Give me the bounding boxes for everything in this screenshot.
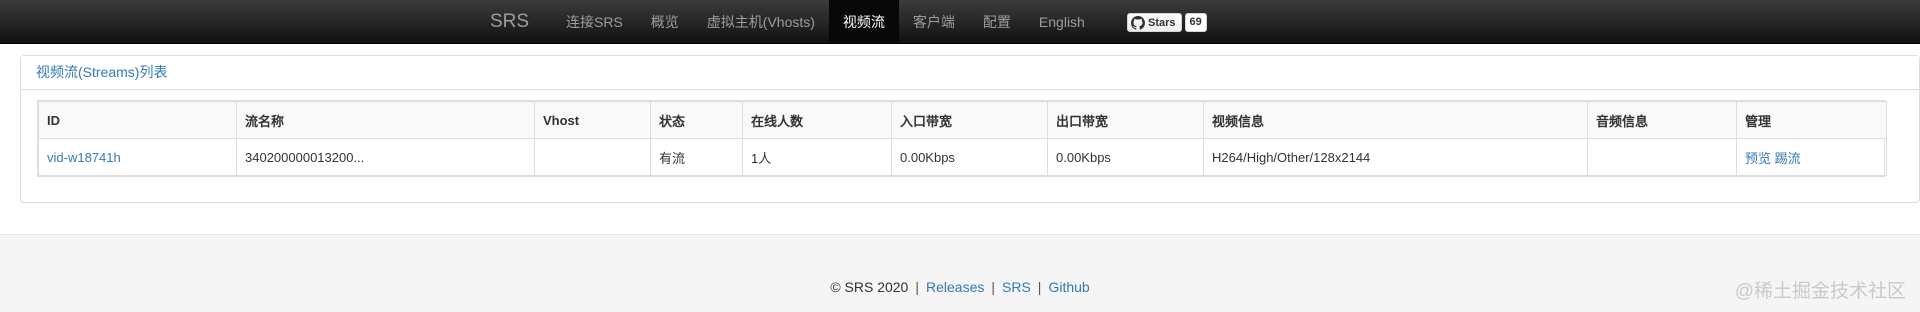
stream-out-bandwidth-cell: 0.00Kbps [1047,138,1204,176]
nav-item-vhosts[interactable]: 虚拟主机(Vhosts) [693,0,829,44]
stream-status-cell: 有流 [650,138,743,176]
github-icon [1131,15,1145,30]
footer-line: © SRS 2020 | Releases | SRS | Github [0,279,1920,295]
footer-link-releases[interactable]: Releases [926,279,984,295]
streams-panel: 视频流(Streams)列表 ID 流名称 Vhost 状态 在线人数 入口带宽… [20,55,1920,203]
footer-link-github[interactable]: Github [1048,279,1089,295]
column-header: 流名称 [236,101,535,139]
streams-table: ID 流名称 Vhost 状态 在线人数 入口带宽 出口带宽 视频信息 音频信息… [38,101,1887,176]
top-navbar: SRS 连接SRS 概览 虚拟主机(Vhosts) 视频流 客户端 配置 Eng… [0,0,1920,44]
github-stars-widget: Stars 69 [1127,13,1207,32]
stream-in-bandwidth-cell: 0.00Kbps [891,138,1048,176]
kick-stream-link[interactable]: 踢流 [1775,151,1801,166]
column-header: 在线人数 [742,101,892,139]
github-stars-label: Stars [1148,16,1176,29]
github-stars-count[interactable]: 69 [1184,13,1207,32]
main-nav: 连接SRS 概览 虚拟主机(Vhosts) 视频流 客户端 配置 English [552,0,1099,44]
nav-item-config[interactable]: 配置 [969,0,1025,44]
column-header: ID [38,101,237,139]
column-header: 入口带宽 [891,101,1048,139]
nav-item-english[interactable]: English [1025,0,1099,44]
stream-id-link[interactable]: vid-w18741h [47,150,121,165]
footer-separator: | [915,279,919,295]
page-footer: © SRS 2020 | Releases | SRS | Github [0,234,1920,312]
stream-clients-cell: 1人 [742,138,892,176]
streams-table-container: ID 流名称 Vhost 状态 在线人数 入口带宽 出口带宽 视频信息 音频信息… [37,100,1887,177]
preview-link[interactable]: 预览 [1745,151,1771,166]
footer-link-srs[interactable]: SRS [1002,279,1031,295]
stream-video-info-cell: H264/High/Other/128x2144 [1203,138,1588,176]
stream-id-cell: vid-w18741h [38,138,237,176]
nav-item-connect[interactable]: 连接SRS [552,0,637,44]
stream-vhost-cell [534,138,651,176]
stream-audio-info-cell [1587,138,1737,176]
nav-item-streams[interactable]: 视频流 [828,0,899,44]
column-header: 管理 [1736,101,1887,139]
copyright-text: © SRS 2020 [830,279,909,295]
column-header: 出口带宽 [1047,101,1204,139]
stream-actions-cell: 预览 踢流 [1736,138,1887,176]
stream-name-cell: 340200000013200... [236,138,535,176]
column-header: 音频信息 [1587,101,1737,139]
table-row: vid-w18741h 340200000013200... 有流 1人 0.0… [38,138,1887,176]
nav-item-clients[interactable]: 客户端 [899,0,969,44]
github-stars-button[interactable]: Stars [1127,13,1182,32]
column-header: Vhost [534,101,651,139]
table-header-row: ID 流名称 Vhost 状态 在线人数 入口带宽 出口带宽 视频信息 音频信息… [38,101,1887,139]
watermark: @稀土掘金技术社区 [1734,281,1906,302]
column-header: 视频信息 [1203,101,1588,139]
footer-separator: | [1037,279,1042,295]
column-header: 状态 [650,101,743,139]
footer-separator: | [991,279,995,295]
panel-title: 视频流(Streams)列表 [21,56,1919,90]
brand-logo[interactable]: SRS [490,0,529,44]
nav-item-summary[interactable]: 概览 [637,0,693,44]
